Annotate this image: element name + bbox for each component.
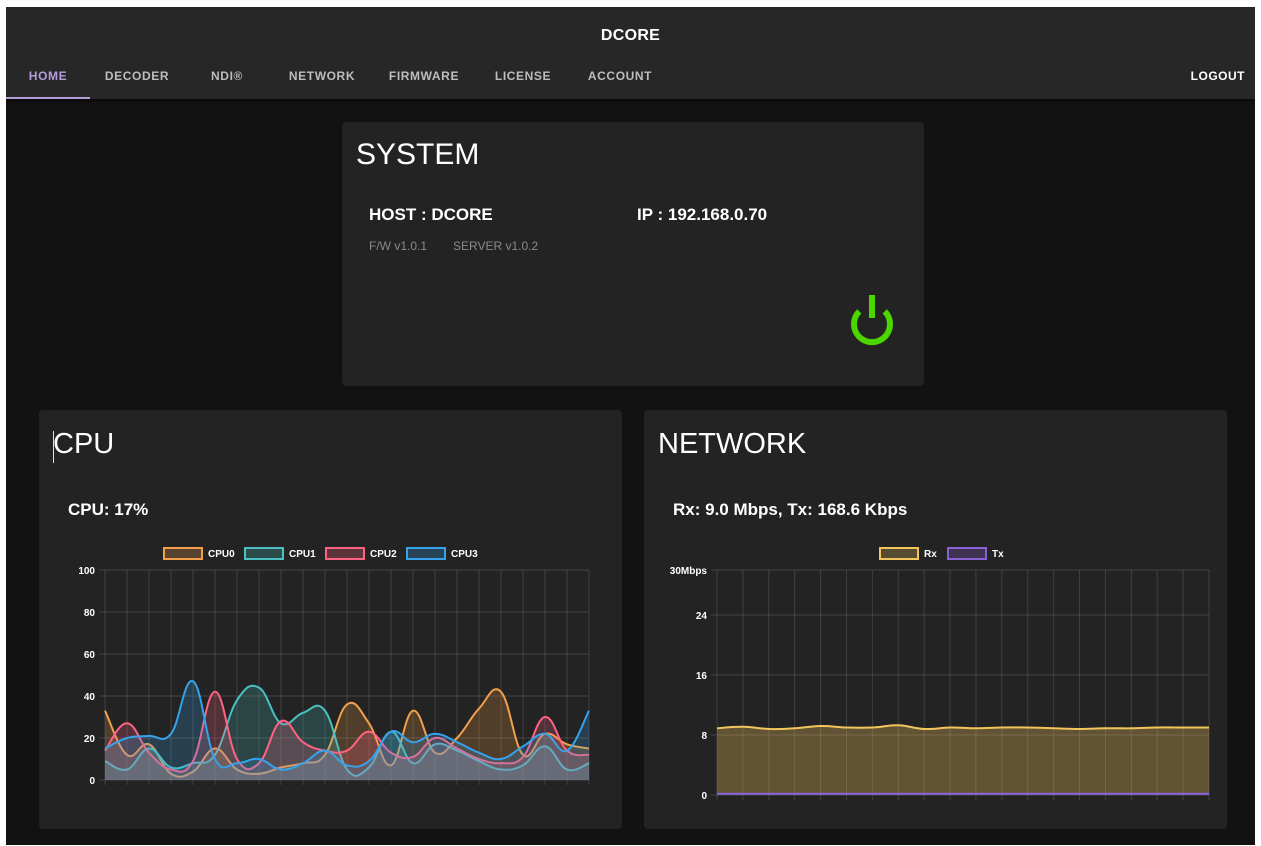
cpu-legend-swatch[interactable] xyxy=(325,547,365,560)
net-y-tick-label: 0 xyxy=(701,791,707,800)
tab-account[interactable]: ACCOUNT xyxy=(580,65,660,99)
net-legend-swatch[interactable] xyxy=(879,547,919,560)
net-legend-swatch[interactable] xyxy=(947,547,987,560)
cpu-legend-swatch[interactable] xyxy=(163,547,203,560)
net-y-tick-label: 16 xyxy=(696,671,708,682)
tab-home[interactable]: HOME xyxy=(6,65,90,99)
cpu-legend-label[interactable]: CPU3 xyxy=(451,549,478,560)
cpu-legend-label[interactable]: CPU1 xyxy=(289,549,316,560)
tab-decoder[interactable]: DECODER xyxy=(97,65,177,99)
network-title: NETWORK xyxy=(658,428,807,460)
cpu-y-tick-label: 60 xyxy=(84,650,96,661)
cpu-card: CPU CPU: 17% 0 20 40 60 80 100 CPU0 CPU1 CPU2 CPU… xyxy=(39,410,622,829)
network-rate: Rx: 9.0 Mbps, Tx: 168.6 Kbps xyxy=(673,500,908,519)
cpu-legend-swatch[interactable] xyxy=(244,547,284,560)
network-chart: 0 8 16 24 30Mbps Rx Tx xyxy=(670,547,1210,800)
cpu-title: CPU xyxy=(53,428,115,460)
cpu-usage: CPU: 17% xyxy=(68,500,149,519)
system-title: SYSTEM xyxy=(356,138,480,171)
system-card: SYSTEM HOST : DCORE IP : 192.168.0.70 F/… xyxy=(342,122,924,386)
net-y-tick-label: 24 xyxy=(696,611,708,622)
cpu-y-tick-label: 40 xyxy=(84,692,96,703)
net-legend-label[interactable]: Rx xyxy=(924,549,937,560)
server-version: SERVER v1.0.2 xyxy=(453,239,539,253)
net-y-tick-label: 30Mbps xyxy=(670,566,708,577)
app-window: DCORE HOME DECODER NDI® NETWORK FIRMWARE… xyxy=(6,7,1255,845)
cpu-legend-label[interactable]: CPU2 xyxy=(370,549,397,560)
host-label: HOST : DCORE xyxy=(369,205,493,224)
cpu-legend-swatch[interactable] xyxy=(406,547,446,560)
power-button[interactable] xyxy=(842,292,902,352)
top-app-bar: DCORE HOME DECODER NDI® NETWORK FIRMWARE… xyxy=(6,7,1255,99)
cpu-y-tick-label: 20 xyxy=(84,734,96,745)
net-legend-label[interactable]: Tx xyxy=(992,549,1004,560)
tab-license[interactable]: LICENSE xyxy=(486,65,560,99)
net-y-tick-label: 8 xyxy=(701,731,707,742)
cpu-y-tick-label: 80 xyxy=(84,608,96,619)
cpu-legend-label[interactable]: CPU0 xyxy=(208,549,235,560)
tab-network[interactable]: NETWORK xyxy=(282,65,362,99)
cpu-y-tick-label: 0 xyxy=(89,776,95,787)
tab-ndi[interactable]: NDI® xyxy=(197,65,257,99)
cpu-y-tick-label: 100 xyxy=(78,566,95,577)
firmware-version: F/W v1.0.1 xyxy=(369,239,428,253)
logout-button[interactable]: LOGOUT xyxy=(1191,65,1245,87)
power-icon xyxy=(851,295,893,346)
cpu-chart: 0 20 40 60 80 100 CPU0 CPU1 CPU2 CPU3 xyxy=(78,547,590,787)
network-card: NETWORK Rx: 9.0 Mbps, Tx: 168.6 Kbps 0 8 1… xyxy=(644,410,1227,829)
ip-label: IP : 192.168.0.70 xyxy=(637,205,768,224)
net-area-rx xyxy=(717,725,1209,795)
app-title: DCORE xyxy=(600,27,661,44)
tab-firmware[interactable]: FIRMWARE xyxy=(382,65,466,99)
net-line-rx xyxy=(716,724,1209,731)
